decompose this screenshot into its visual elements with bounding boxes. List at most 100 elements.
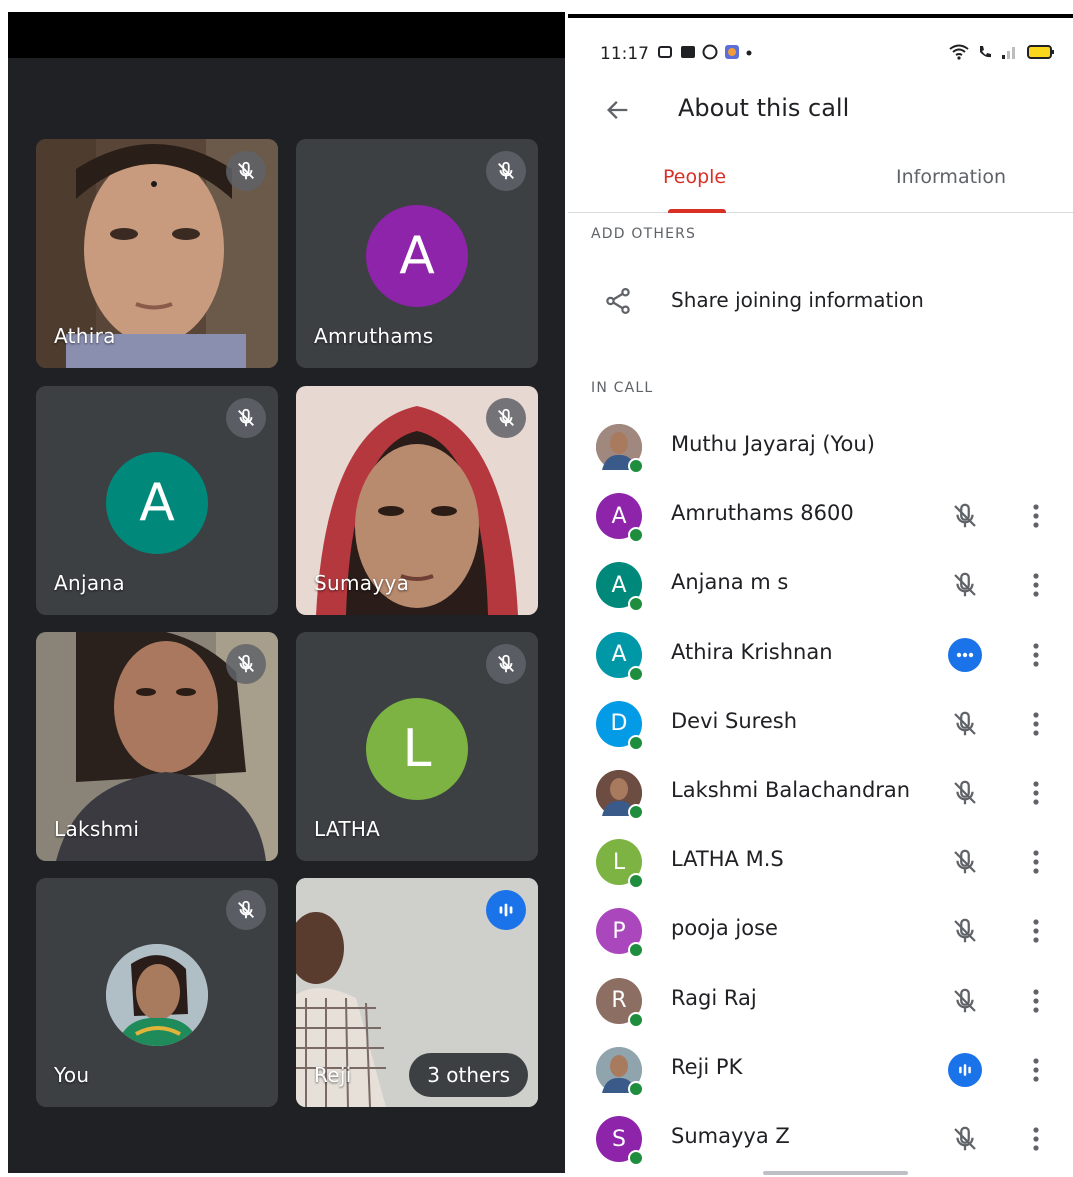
message-icon — [681, 46, 695, 58]
participant-name: Reji PK — [671, 1054, 743, 1079]
back-button[interactable] — [598, 90, 638, 130]
whatsapp-icon — [702, 44, 718, 60]
speaking-icon[interactable] — [946, 1051, 984, 1089]
participant-name: Muthu Jayaraj (You) — [671, 432, 875, 456]
online-status-dot — [628, 1011, 644, 1028]
online-status-dot — [628, 1150, 644, 1166]
online-status-dot — [628, 527, 644, 544]
active-tab-indicator — [668, 209, 726, 213]
participant-row[interactable]: L LATHA M.S — [568, 831, 1073, 900]
muted-mic-icon[interactable] — [946, 566, 984, 604]
tile-name: Amruthams — [314, 324, 434, 348]
more-options-icon[interactable] — [1024, 566, 1048, 604]
app-icon — [725, 45, 739, 59]
muted-mic-icon[interactable] — [946, 705, 984, 743]
muted-mic-icon[interactable] — [946, 982, 984, 1020]
muted-mic-icon — [226, 398, 266, 438]
participant-row[interactable]: A Amruthams 8600 — [568, 485, 1073, 554]
online-status-dot — [628, 458, 644, 474]
participant-name: Athira Krishnan — [671, 639, 833, 664]
muted-mic-icon[interactable] — [946, 774, 984, 812]
status-time: 11:17 — [600, 44, 649, 64]
muted-mic-icon[interactable] — [946, 1120, 984, 1158]
tile-lakshmi[interactable]: Lakshmi — [36, 632, 278, 861]
muted-mic-icon[interactable] — [946, 912, 984, 950]
online-status-dot — [628, 1080, 644, 1097]
participant-name: Anjana m s — [671, 570, 789, 595]
tile-amruthams[interactable]: A Amruthams — [296, 139, 538, 368]
more-notifications-icon — [746, 50, 752, 56]
more-options-icon[interactable] — [1024, 774, 1048, 812]
muted-mic-icon[interactable] — [946, 843, 984, 881]
more-options-icon[interactable] — [1024, 497, 1048, 535]
audio-activity-icon[interactable] — [946, 636, 984, 674]
notification-icons — [658, 44, 752, 60]
tile-sumayya[interactable]: Sumayya — [296, 386, 538, 615]
participant-row[interactable]: R Ragi Raj — [568, 970, 1073, 1039]
participant-row[interactable]: Muthu Jayaraj (You) — [568, 416, 1073, 485]
muted-mic-icon — [226, 151, 266, 191]
participant-name: Devi Suresh — [671, 708, 798, 733]
home-indicator — [763, 1171, 908, 1175]
tile-anjana[interactable]: A Anjana — [36, 386, 278, 615]
tile-name: Sumayya — [314, 571, 410, 595]
share-joining-info-row[interactable]: Share joining information — [568, 274, 1073, 330]
tile-latha[interactable]: L LATHA — [296, 632, 538, 861]
app-bar: About this call — [568, 80, 1073, 140]
muted-mic-icon — [226, 644, 266, 684]
participant-row[interactable]: Ppooja jose — [568, 900, 1073, 969]
section-add-others: ADD OTHERS — [591, 226, 697, 242]
online-status-dot — [628, 734, 644, 751]
more-options-icon[interactable] — [1024, 1120, 1048, 1158]
share-joining-label: Share joining information — [671, 288, 924, 312]
tile-name: Lakshmi — [54, 817, 140, 841]
section-in-call: IN CALL — [591, 380, 654, 396]
more-options-icon[interactable] — [1024, 912, 1048, 950]
muted-mic-icon[interactable] — [946, 497, 984, 535]
participant-row[interactable]: D Devi Suresh — [568, 693, 1073, 762]
tile-athira[interactable]: Athira — [36, 139, 278, 368]
black-top-bar — [8, 12, 565, 58]
participant-name: LATHA M.S — [671, 847, 784, 872]
participant-row[interactable]: S Sumayya Z — [568, 1108, 1073, 1177]
tile-name: Athira — [54, 324, 116, 348]
avatar-amruthams: A — [366, 205, 468, 307]
avatar-latha: L — [366, 698, 468, 800]
call-icon — [980, 46, 991, 58]
tile-you[interactable]: You — [36, 878, 278, 1107]
participant-row[interactable]: Lakshmi Balachandran — [568, 762, 1073, 831]
avatar-you-photo — [106, 944, 208, 1046]
muted-mic-icon — [486, 398, 526, 438]
online-status-dot — [628, 804, 644, 820]
page-title: About this call — [678, 94, 850, 122]
system-icons — [949, 44, 1055, 60]
back-arrow-icon — [607, 101, 628, 119]
more-options-icon[interactable] — [1024, 705, 1048, 743]
signal-icon — [1002, 47, 1015, 59]
tab-information[interactable]: Information — [896, 166, 1006, 188]
status-bar: 11:17 — [568, 18, 1073, 80]
participant-row[interactable]: Reji PK — [568, 1039, 1073, 1108]
more-options-icon[interactable] — [1024, 1051, 1048, 1089]
muted-mic-icon — [226, 890, 266, 930]
tile-name: LATHA — [314, 817, 381, 841]
speaking-icon — [486, 890, 526, 930]
online-status-dot — [628, 596, 644, 613]
muted-mic-icon — [486, 644, 526, 684]
more-options-icon[interactable] — [1024, 982, 1048, 1020]
about-call-panel: 11:17 About this call People Information… — [568, 14, 1073, 1177]
tile-name: Anjana — [54, 571, 125, 595]
others-pill[interactable]: 3 others — [409, 1053, 528, 1097]
more-options-icon[interactable] — [1024, 636, 1048, 674]
tab-people[interactable]: People — [663, 166, 726, 188]
participant-row[interactable]: A Athira Krishnan — [568, 624, 1073, 693]
more-options-icon[interactable] — [1024, 843, 1048, 881]
tile-reji[interactable]: Reji 3 others — [296, 878, 538, 1107]
participant-row[interactable]: A Anjana m s — [568, 554, 1073, 623]
battery-icon — [1027, 45, 1054, 59]
online-status-dot — [628, 942, 644, 959]
participant-name: pooja jose — [671, 916, 778, 941]
online-status-dot — [628, 873, 644, 890]
participant-name: Sumayya Z — [671, 1124, 790, 1148]
online-status-dot — [628, 665, 644, 682]
